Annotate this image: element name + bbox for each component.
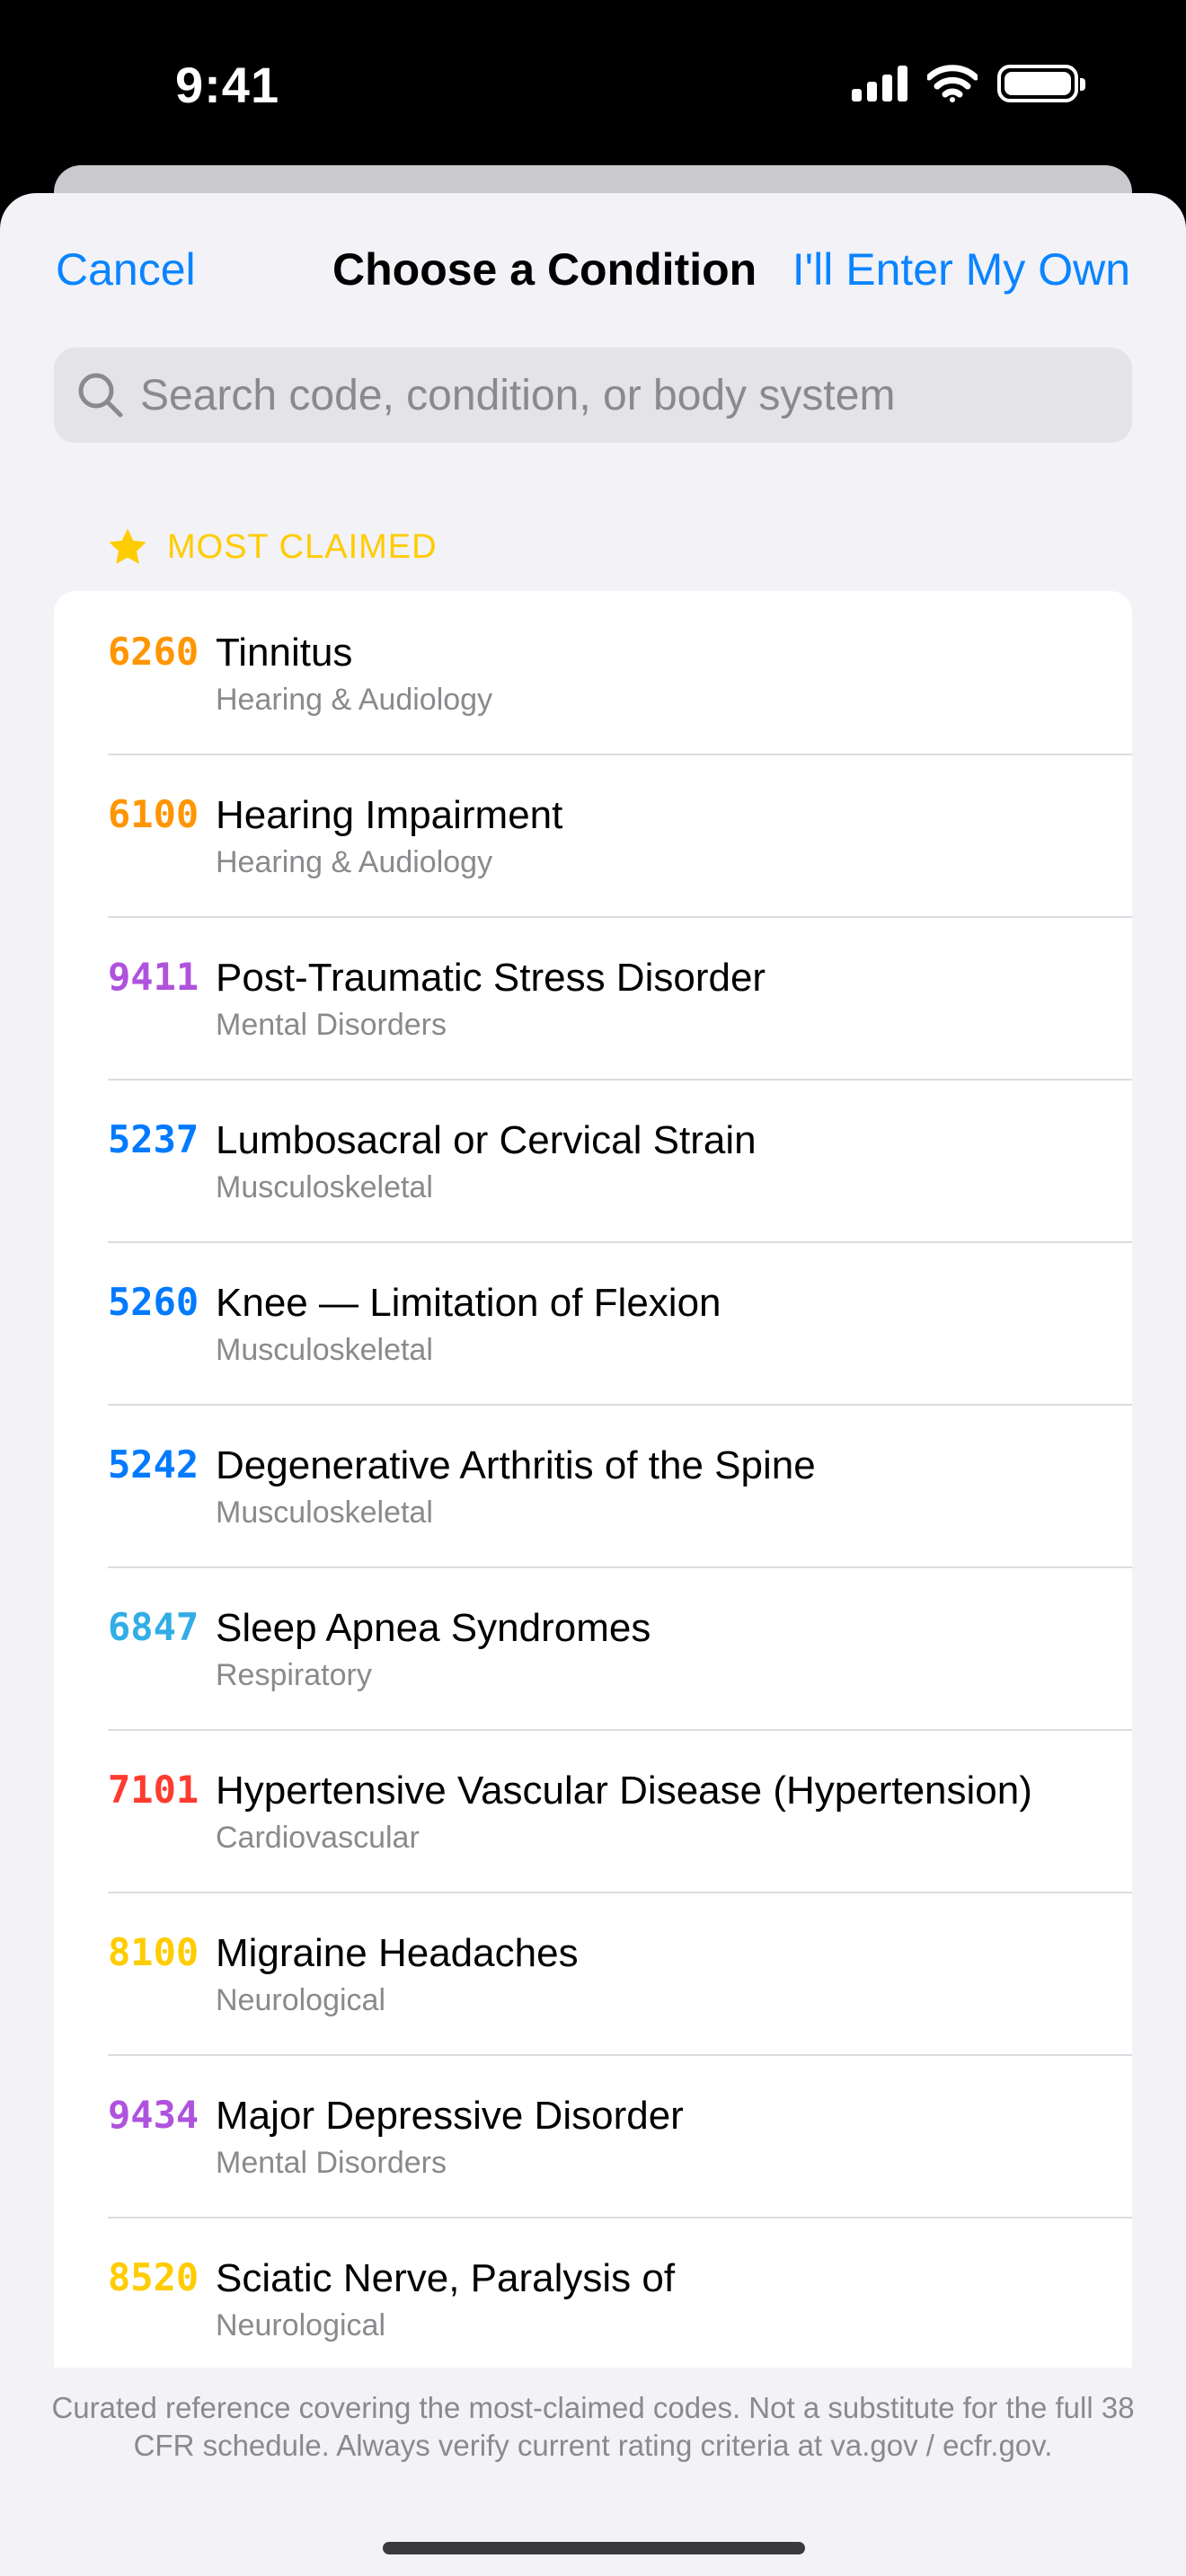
condition-text: Knee — Limitation of Flexion Musculoskele… [216, 1277, 1132, 1368]
condition-name: Knee — Limitation of Flexion [216, 1281, 721, 1325]
search-bar[interactable] [54, 348, 1132, 443]
condition-code: 5260 [108, 1280, 199, 1324]
condition-text: Hypertensive Vascular Disease (Hypertens… [216, 1765, 1132, 1856]
condition-name: Migraine Headaches [216, 1931, 579, 1975]
condition-row[interactable]: 5260 Knee — Limitation of Flexion Musculos… [54, 1241, 1132, 1404]
footer: Curated reference covering the most-clai… [0, 2368, 1186, 2576]
condition-text: Degenerative Arthritis of the Spine Muscu… [216, 1440, 1132, 1531]
condition-body-system: Mental Disorders [216, 1008, 447, 1042]
condition-code: 9434 [108, 2093, 199, 2137]
condition-text: Post-Traumatic Stress Disorder Mental Dis… [216, 952, 1132, 1043]
condition-picker-sheet: Cancel Choose a Condition I'll Enter My … [0, 193, 1186, 2576]
condition-text: Lumbosacral or Cervical Strain Musculoske… [216, 1115, 1132, 1205]
condition-row[interactable]: 6100 Hearing Impairment Hearing & Audiolog… [54, 754, 1132, 916]
condition-body-system: Musculoskeletal [216, 1333, 433, 1367]
section-header: MOST CLAIMED [106, 525, 438, 569]
condition-code: 8100 [108, 1930, 199, 1974]
condition-name: Sleep Apnea Syndromes [216, 1606, 651, 1650]
condition-body-system: Hearing & Audiology [216, 845, 493, 879]
star-icon [109, 528, 146, 564]
condition-text: Sciatic Nerve, Paralysis of Neurological [216, 2253, 1132, 2343]
condition-name: Major Depressive Disorder [216, 2094, 684, 2138]
condition-text: Major Depressive Disorder Mental Disorder… [216, 2090, 1132, 2181]
condition-code: 9411 [108, 955, 199, 999]
cancel-button[interactable]: Cancel [56, 243, 196, 296]
status-icons [852, 65, 1085, 102]
condition-text: Migraine Headaches Neurological [216, 1928, 1132, 2018]
condition-row[interactable]: 9434 Major Depressive Disorder Mental Diso… [54, 2054, 1132, 2217]
page-title: Choose a Condition [332, 244, 757, 295]
condition-row[interactable]: 8100 Migraine Headaches Neurological [54, 1892, 1132, 2054]
condition-body-system: Hearing & Audiology [216, 683, 493, 717]
condition-row[interactable]: 5237 Lumbosacral or Cervical Strain Muscul… [54, 1079, 1132, 1241]
section-title: MOST CLAIMED [167, 527, 438, 566]
condition-row[interactable]: 8520 Sciatic Nerve, Paralysis of Neurologi… [54, 2217, 1132, 2379]
condition-row[interactable]: 6260 Tinnitus Hearing & Audiology [54, 591, 1132, 754]
condition-body-system: Neurological [216, 1983, 385, 2017]
condition-code: 8520 [108, 2255, 199, 2299]
cellular-signal-icon [852, 66, 907, 101]
condition-row[interactable]: 9411 Post-Traumatic Stress Disorder Mental… [54, 916, 1132, 1079]
home-indicator[interactable] [383, 2542, 805, 2554]
condition-code: 7101 [108, 1768, 199, 1812]
condition-body-system: Cardiovascular [216, 1821, 420, 1855]
condition-name: Hypertensive Vascular Disease (Hypertens… [216, 1769, 1032, 1813]
condition-body-system: Mental Disorders [216, 2146, 447, 2180]
search-input[interactable] [140, 359, 1132, 431]
condition-body-system: Musculoskeletal [216, 1495, 433, 1530]
condition-text: Sleep Apnea Syndromes Respiratory [216, 1602, 1132, 1693]
enter-own-button[interactable]: I'll Enter My Own [792, 243, 1130, 296]
condition-text: Tinnitus Hearing & Audiology [216, 627, 1132, 718]
condition-text: Hearing Impairment Hearing & Audiology [216, 790, 1132, 880]
battery-icon [997, 65, 1085, 102]
condition-name: Degenerative Arthritis of the Spine [216, 1443, 816, 1487]
condition-body-system: Musculoskeletal [216, 1170, 433, 1204]
search-icon [78, 373, 123, 418]
condition-body-system: Neurological [216, 2308, 385, 2342]
condition-code: 6847 [108, 1605, 199, 1649]
condition-code: 6100 [108, 792, 199, 836]
condition-name: Hearing Impairment [216, 793, 563, 837]
condition-code: 6260 [108, 630, 199, 674]
condition-name: Lumbosacral or Cervical Strain [216, 1118, 757, 1162]
condition-code: 5242 [108, 1442, 199, 1486]
status-time: 9:41 [175, 57, 280, 113]
status-bar: 9:41 [0, 0, 1186, 180]
condition-row[interactable]: 6847 Sleep Apnea Syndromes Respiratory [54, 1566, 1132, 1729]
condition-code: 5237 [108, 1117, 199, 1161]
condition-row[interactable]: 5242 Degenerative Arthritis of the Spine M… [54, 1404, 1132, 1566]
wifi-icon [927, 65, 978, 102]
navigation-bar: Cancel Choose a Condition I'll Enter My … [0, 193, 1186, 337]
disclaimer-text: Curated reference covering the most-clai… [51, 2391, 1135, 2462]
condition-list: 6260 Tinnitus Hearing & Audiology 6100 Heari… [54, 591, 1132, 2379]
condition-name: Tinnitus [216, 631, 353, 675]
condition-body-system: Respiratory [216, 1658, 372, 1692]
condition-row[interactable]: 7101 Hypertensive Vascular Disease (Hyper… [54, 1729, 1132, 1892]
condition-name: Sciatic Nerve, Paralysis of [216, 2256, 676, 2300]
condition-name: Post-Traumatic Stress Disorder [216, 956, 766, 1000]
